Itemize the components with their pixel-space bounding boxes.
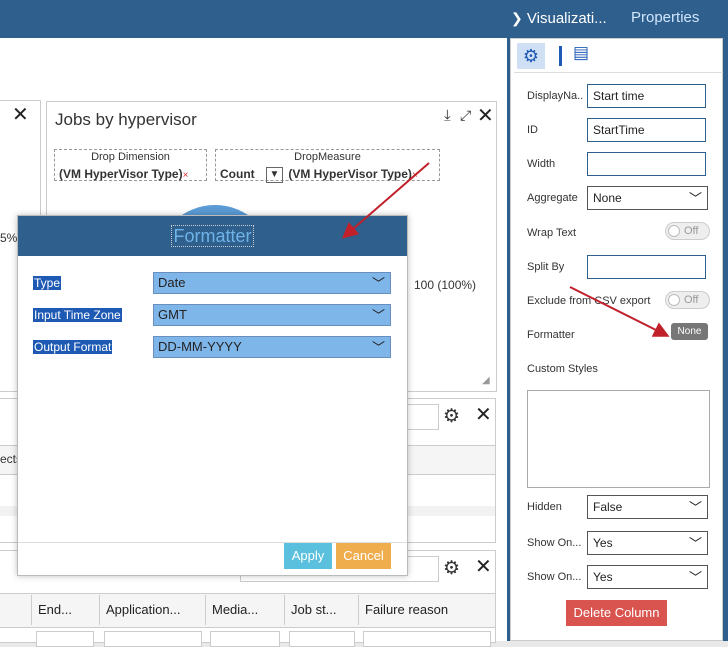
annotation-arrows: [341, 162, 670, 337]
annotation-arrow-modal: [341, 162, 430, 239]
annotation-arrow-formatter: [569, 286, 670, 337]
